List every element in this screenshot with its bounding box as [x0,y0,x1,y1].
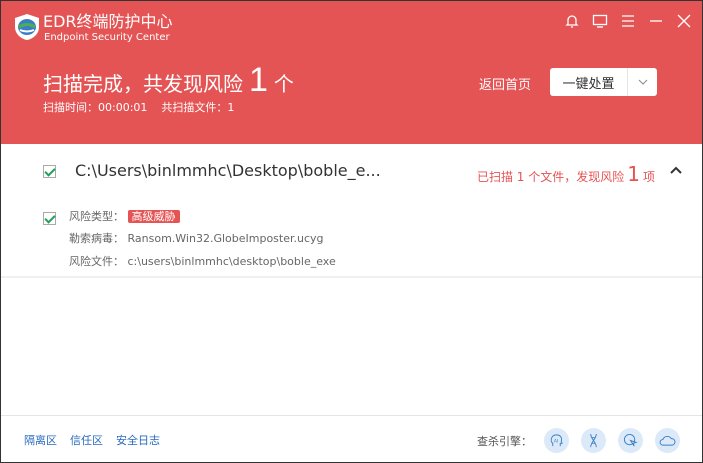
scan-stats: 扫描时间：00:00:01 共扫描文件：1 [43,99,234,115]
risk-checkbox[interactable] [43,212,56,225]
header: EDR终端防护中心 Endpoint Security Center 扫描完成，… [1,1,702,144]
behavior-engine-icon[interactable] [618,428,643,453]
virus-name: Ransom.Win32.GlobeImposter.ucyg [127,232,324,245]
cloud-engine-icon[interactable] [655,428,680,453]
file-path: c:\users\binlmmhc\desktop\boble_exe [127,255,336,268]
headline-text: 扫描完成，共发现风险 [43,72,243,96]
chevron-down-icon[interactable] [628,68,657,96]
summary-suffix: 项 [642,170,655,184]
footer: 隔离区 信任区 安全日志 查杀引擎： AI [1,415,702,462]
risk-type-badge: 高级威胁 [127,210,180,223]
app-title: EDR终端防护中心 [43,12,173,31]
one-click-action-button[interactable]: 一键处置 [550,68,628,96]
chevron-up-icon[interactable] [669,163,683,177]
divider [1,276,702,278]
summary-count: 1 [627,162,640,186]
result-path: C:\Users\binlmmhc\Desktop\boble_e... [75,161,381,180]
ai-engine-icon[interactable]: AI [544,428,569,453]
risk-count: 1 [249,61,268,99]
summary-prefix: 已扫描 1 个文件，发现风险 [476,170,625,184]
security-log-link[interactable]: 安全日志 [116,432,160,448]
one-click-action-group: 一键处置 [550,68,657,96]
virus-label: 勒索病毒： [69,232,124,245]
minimize-icon[interactable] [648,13,664,29]
quarantine-link[interactable]: 隔离区 [24,432,57,448]
bell-icon[interactable] [564,13,580,29]
file-line: 风险文件： c:\users\binlmmhc\desktop\boble_ex… [69,254,336,270]
shield-logo-icon [15,14,39,40]
result-summary: 已扫描 1 个文件，发现风险 1 项 [477,162,655,186]
risk-unit: 个 [273,72,294,96]
virus-line: 勒索病毒： Ransom.Win32.GlobeImposter.ucyg [69,231,324,247]
monitor-icon[interactable] [592,13,608,29]
svg-text:AI: AI [554,438,559,444]
scan-headline: 扫描完成，共发现风险 1 个 [43,63,294,97]
result-checkbox[interactable] [43,165,56,178]
risk-type-line: 风险类型： 高级威胁 [69,209,180,225]
return-home-link[interactable]: 返回首页 [479,74,531,93]
file-label: 风险文件： [69,255,124,268]
close-icon[interactable] [676,13,692,29]
result-row: C:\Users\binlmmhc\Desktop\boble_e... 已扫描… [43,161,683,186]
scanned-files: 共扫描文件：1 [161,101,235,114]
engines-label: 查杀引擎： [477,434,532,448]
risk-type-label: 风险类型： [69,210,124,223]
menu-icon[interactable] [620,13,636,29]
trust-zone-link[interactable]: 信任区 [70,432,103,448]
app-subtitle: Endpoint Security Center [44,32,170,43]
scan-time: 扫描时间：00:00:01 [43,101,148,114]
dna-engine-icon[interactable] [581,428,606,453]
